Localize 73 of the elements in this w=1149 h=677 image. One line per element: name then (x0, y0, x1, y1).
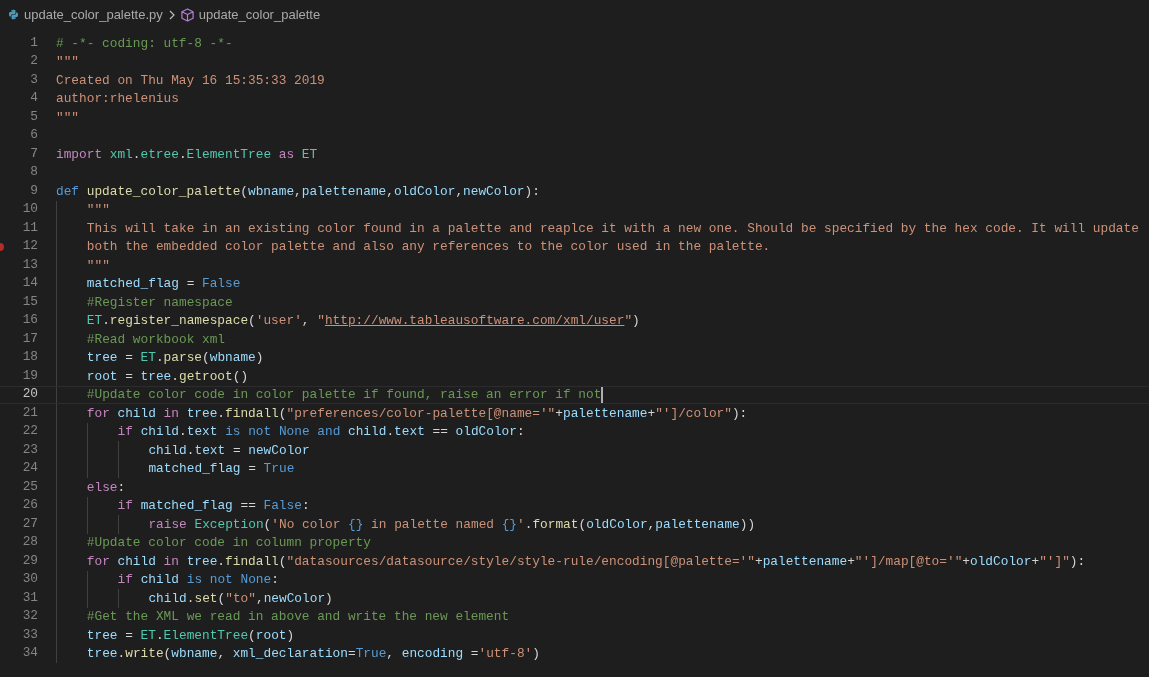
code-line: #Get the XML we read in above and write the new element (86, 609, 510, 625)
line-number: 30 (22, 573, 38, 587)
code-line: #Update color code in color palette if found, raise an error if not (86, 387, 602, 403)
line-number: 22 (22, 425, 38, 439)
line-number: 14 (22, 277, 38, 291)
code-line: tree = ET.ElementTree(root) (86, 627, 295, 643)
code-line: if matched_flag == False: (117, 498, 310, 514)
code-line: raise Exception('No color {} in palette named {}'.format(oldColor,palettename)) (148, 516, 756, 532)
line-number: 12 (22, 240, 38, 254)
line-number: 2 (30, 55, 38, 69)
line-number: 25 (22, 480, 38, 494)
line-number: 7 (30, 147, 38, 161)
line-number: 13 (22, 258, 38, 272)
line-number: 19 (22, 369, 38, 383)
code-line: matched_flag = False (86, 276, 241, 292)
line-number: 5 (30, 110, 38, 124)
code-line: # -*- coding: utf-8 -*- (56, 35, 233, 51)
code-line: child.set("to",newColor) (148, 590, 333, 606)
chevron-right-icon (168, 9, 175, 20)
code-line: """ (86, 202, 110, 218)
line-number: 9 (30, 184, 38, 198)
code-line: #Read workbook xml (86, 331, 226, 347)
code-line: import xml.etree.ElementTree as ET (56, 146, 318, 162)
code-line: root = tree.getroot() (86, 368, 249, 384)
code-line: Created on Thu May 16 15:35:33 2019 (56, 72, 325, 88)
line-number: 1 (30, 36, 38, 50)
python-file-icon (8, 9, 19, 20)
line-number: 34 (22, 647, 38, 661)
line-number: 17 (22, 332, 38, 346)
line-number: 11 (22, 221, 38, 235)
code-line: #Update color code in column property (86, 535, 371, 551)
line-number: 8 (30, 166, 38, 180)
code-line: matched_flag = True (148, 461, 295, 477)
line-number: 23 (22, 443, 38, 457)
code-line: author:rhelenius (56, 91, 179, 107)
code-line: #Register namespace (86, 294, 233, 310)
code-line: """ (56, 54, 80, 70)
code-line: tree = ET.parse(wbname) (86, 350, 264, 366)
code-line: if child.text is not None and child.text == oldColor: (117, 424, 525, 440)
line-number: 33 (22, 628, 38, 642)
breadcrumb-symbol[interactable]: update_color_palette (198, 7, 321, 22)
text-cursor (601, 386, 603, 403)
line-number: 26 (22, 499, 38, 513)
line-number: 16 (22, 314, 38, 328)
line-number: 18 (22, 351, 38, 365)
line-number: 24 (22, 462, 38, 476)
line-number: 4 (30, 92, 38, 106)
line-number: 29 (22, 554, 38, 568)
breadcrumb-file[interactable]: update_color_palette.py (24, 7, 163, 22)
line-number: 3 (30, 73, 38, 87)
code-line: for child in tree.findall("preferences/color-palette[@name='"+palettename+"']/color"): (86, 405, 748, 421)
code-line: This will take in an existing color found in a palette and reaplce it with a new one. Should be specified by the hex code. It will update (86, 220, 1139, 236)
breakpoint-marker[interactable] (0, 242, 4, 251)
line-number: 20 (22, 388, 38, 402)
line-number: 31 (22, 591, 38, 605)
line-number: 27 (22, 517, 38, 531)
code-line: tree.write(wbname, xml_declaration=True, encoding ='utf-8') (86, 646, 540, 662)
code-line: """ (56, 109, 80, 125)
code-line: def update_color_palette(wbname,palettename,oldColor,newColor): (56, 183, 540, 199)
code-line: child.text = newColor (148, 442, 310, 458)
line-number: 15 (22, 295, 38, 309)
code-line: ET.register_namespace('user', "http://www.tableausoftware.com/xml/user") (86, 313, 640, 329)
cube-icon (180, 7, 194, 22)
line-number: 28 (22, 536, 38, 550)
line-number: 6 (30, 129, 38, 143)
line-number: 21 (22, 406, 38, 420)
code-line: else: (86, 479, 126, 495)
code-line: if child is not None: (117, 572, 279, 588)
code-line: both the embedded color palette and also any references to the color used in the palette. (86, 239, 771, 255)
code-line: """ (86, 257, 110, 273)
code-line: for child in tree.findall("datasources/datasource/style/style-rule/encoding[@palette='"+palettename+"']/map[@to='"+oldColor+"']"): (86, 553, 1086, 569)
line-number: 32 (22, 610, 38, 624)
line-number: 10 (22, 203, 38, 217)
